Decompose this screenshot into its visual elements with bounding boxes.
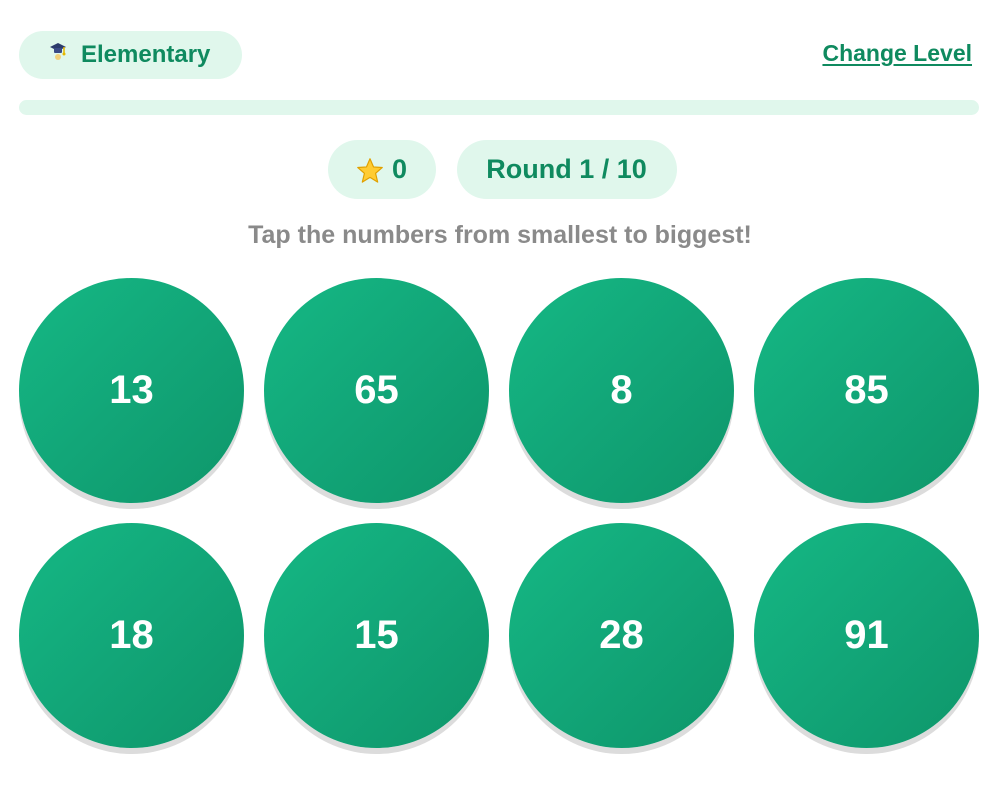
number-button[interactable]: 91 bbox=[754, 523, 979, 748]
star-icon bbox=[356, 157, 384, 185]
round-progress-bar bbox=[19, 100, 979, 115]
number-button[interactable]: 65 bbox=[264, 278, 489, 503]
round-badge: Round 1 / 10 bbox=[456, 140, 677, 199]
instruction-text: Tap the numbers from smallest to biggest… bbox=[248, 221, 752, 249]
header-bar: Elementary Change Level bbox=[19, 31, 981, 79]
change-level-link[interactable]: Change Level bbox=[822, 40, 972, 67]
number-button[interactable]: 13 bbox=[19, 278, 244, 503]
score-value: 0 bbox=[391, 154, 408, 184]
graduation-cap-icon bbox=[49, 41, 67, 63]
level-badge: Elementary bbox=[19, 31, 242, 79]
number-button[interactable]: 8 bbox=[509, 278, 734, 503]
number-button[interactable]: 85 bbox=[754, 278, 979, 503]
number-button[interactable]: 18 bbox=[19, 523, 244, 748]
number-grid: 13 65 8 85 18 15 28 91 bbox=[19, 278, 981, 748]
number-button[interactable]: 15 bbox=[264, 523, 489, 748]
level-label: Elementary bbox=[81, 41, 211, 68]
round-label: Round 1 / 10 bbox=[486, 154, 647, 184]
score-badge: 0 bbox=[327, 140, 436, 199]
number-button[interactable]: 28 bbox=[509, 523, 734, 748]
stats-row: 0 Round 1 / 10 bbox=[0, 140, 1000, 200]
